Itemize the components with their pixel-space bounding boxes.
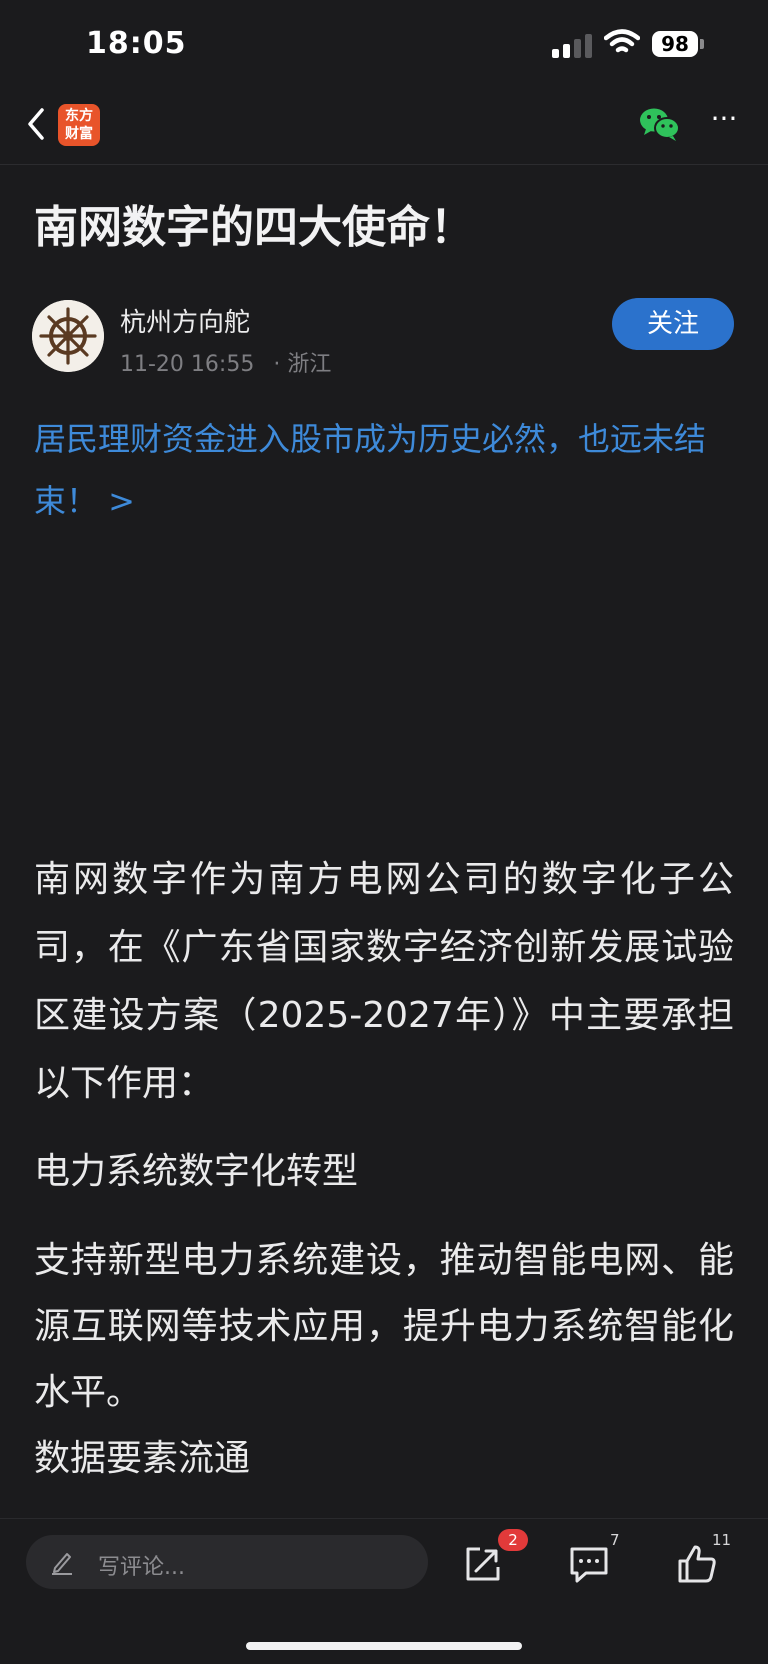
article-title: 南网数字的四大使命！ [34, 202, 474, 253]
article-body: 南网数字作为南方电网公司的数字化子公司，在《广东省国家数字经济创新发展试验区建设… [34, 846, 734, 1492]
author-avatar[interactable] [32, 300, 104, 372]
logo-line-1: 东方 [65, 108, 93, 124]
share-badge: 2 [498, 1529, 528, 1551]
comment-count: 7 [610, 1531, 620, 1549]
post-datetime: 11-20 16:55 [120, 352, 255, 377]
comment-input[interactable] [26, 1535, 428, 1589]
cellular-signal-icon [552, 32, 594, 58]
logo-line-2: 财富 [65, 126, 93, 142]
wechat-icon[interactable] [638, 106, 682, 142]
back-chevron-icon[interactable] [20, 102, 54, 146]
post-meta: 11-20 16:55 · 浙江 [120, 346, 331, 378]
body-paragraph: 支持新型电力系统建设，推动智能电网、能源互联网等技术应用，提升电力系统智能化水平… [34, 1240, 734, 1413]
like-count: 11 [712, 1531, 732, 1549]
battery-tip [700, 39, 704, 49]
body-paragraph: 南网数字作为南方电网公司的数字化子公司，在《广东省国家数字经济创新发展试验区建设… [34, 859, 734, 1104]
more-icon[interactable]: ··· [706, 105, 742, 142]
battery-icon: 98 [652, 31, 698, 57]
wifi-icon [604, 29, 640, 53]
body-subheading: 数据要素流通 [34, 1438, 251, 1479]
follow-button[interactable]: 关注 [612, 298, 734, 350]
status-time: 18:05 [86, 26, 187, 61]
related-article-link[interactable]: 居民理财资金进入股市成为历史必然，也远未结束！ > [34, 408, 734, 532]
comment-icon[interactable] [566, 1541, 612, 1587]
comment-placeholder: 写评论... [98, 1555, 185, 1580]
post-location: · 浙江 [273, 352, 332, 377]
body-subheading: 电力系统数字化转型 [34, 1151, 359, 1192]
eastmoney-logo[interactable]: 东方 财富 [58, 104, 100, 146]
share-icon[interactable] [460, 1541, 506, 1587]
nav-bar: 东方 财富 ··· [0, 92, 768, 165]
battery-level: 98 [661, 32, 689, 56]
status-bar: 18:05 98 [0, 0, 768, 92]
author-name[interactable]: 杭州方向舵 [120, 302, 250, 339]
home-indicator[interactable] [246, 1642, 522, 1650]
pen-icon [52, 1553, 72, 1575]
